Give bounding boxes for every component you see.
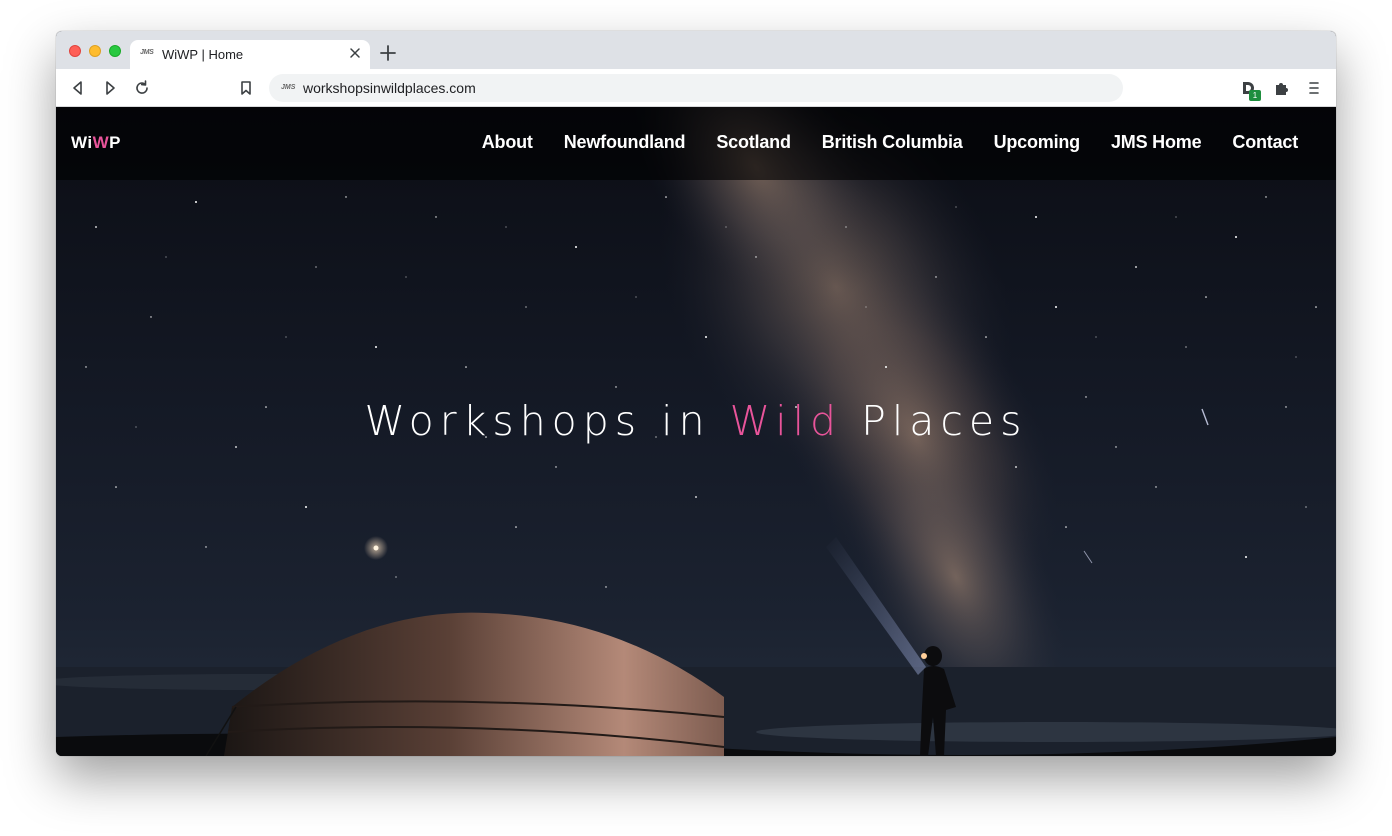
nav-link-jms-home[interactable]: JMS Home (1111, 132, 1202, 153)
nav-link-scotland[interactable]: Scotland (716, 132, 791, 153)
nav-link-british-columbia[interactable]: British Columbia (822, 132, 963, 153)
nav-link-upcoming[interactable]: Upcoming (994, 132, 1081, 153)
nav-link-contact[interactable]: Contact (1232, 132, 1298, 153)
tab-favicon-icon: JMS (140, 49, 154, 56)
forward-icon[interactable] (101, 79, 119, 97)
browser-window: JMS WiWP | Home JMS workshopsinwildplace… (56, 31, 1336, 756)
site-logo[interactable]: WiWP (71, 133, 121, 153)
close-window-button[interactable] (69, 45, 81, 57)
address-bar[interactable]: JMS workshopsinwildplaces.com (269, 74, 1123, 102)
hero-title-part1: Workshops in (364, 397, 730, 445)
bookmark-icon[interactable] (237, 79, 255, 97)
logo-text-accent: W (92, 133, 110, 152)
nav-link-newfoundland[interactable]: Newfoundland (564, 132, 686, 153)
browser-toolbar: JMS workshopsinwildplaces.com 1 (56, 69, 1336, 107)
browser-tab[interactable]: JMS WiWP | Home (130, 40, 370, 69)
web-page: WiWP About Newfoundland Scotland British… (56, 107, 1336, 756)
hero-title-accent: Wild (729, 397, 843, 445)
hero-title: Workshops in Wild Places (56, 397, 1336, 445)
minimize-window-button[interactable] (89, 45, 101, 57)
close-tab-icon[interactable] (348, 46, 362, 60)
maximize-window-button[interactable] (109, 45, 121, 57)
tab-title: WiWP | Home (162, 47, 244, 62)
nav-link-about[interactable]: About (482, 132, 533, 153)
logo-text-part1: Wi (71, 133, 93, 152)
site-navbar: WiWP About Newfoundland Scotland British… (56, 107, 1336, 180)
back-icon[interactable] (69, 79, 87, 97)
menu-icon[interactable] (1305, 79, 1323, 97)
reload-icon[interactable] (133, 79, 151, 97)
nav-links: About Newfoundland Scotland British Colu… (482, 132, 1298, 153)
tab-strip: JMS WiWP | Home (56, 31, 1336, 69)
url-text[interactable]: workshopsinwildplaces.com (303, 80, 476, 96)
new-tab-icon[interactable] (378, 43, 398, 63)
logo-text-part3: P (109, 133, 122, 152)
site-favicon-icon: JMS (281, 84, 296, 91)
extension-badge: 1 (1249, 90, 1261, 101)
extensions-puzzle-icon[interactable] (1273, 79, 1291, 97)
hero-title-part2: Places (842, 397, 1028, 445)
